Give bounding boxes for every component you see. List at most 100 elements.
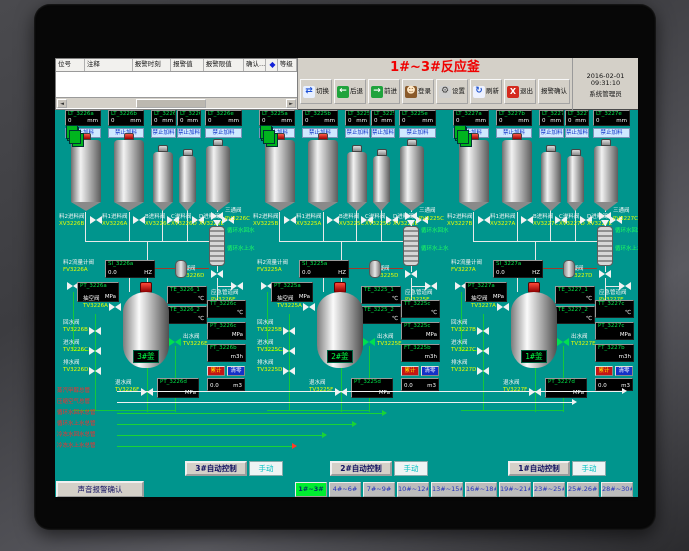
three-way-valve-icon[interactable] [599, 212, 611, 220]
alarm-column-1[interactable]: 注释 [85, 59, 133, 71]
condenser-valve-icon[interactable] [599, 270, 611, 278]
page-title: 1#~3#反应釜 [298, 58, 572, 78]
page-button-4[interactable]: 13#~15# [431, 482, 463, 497]
reactor-valve-icon[interactable] [89, 347, 101, 355]
condenser-valve-icon[interactable] [405, 270, 417, 278]
totalizer-accum-button[interactable]: 累计 [595, 366, 613, 376]
scrollbar-thumb[interactable] [136, 99, 206, 108]
toolbar-button-forward[interactable]: →前进 [368, 79, 400, 104]
reactor-valve-label: 回水阀 [257, 320, 274, 326]
tank-level-display-unit: mm [324, 118, 335, 124]
reactor-valve-icon[interactable] [477, 367, 489, 375]
page-button-7[interactable]: 23#~25# [533, 482, 565, 497]
reactor-valve-icon[interactable] [529, 388, 541, 396]
feed-valve-icon[interactable] [327, 216, 339, 224]
auto-control-button-3[interactable]: 3#自动控制 [185, 461, 247, 476]
metering-tank [541, 152, 561, 202]
reactor-valve-icon[interactable] [109, 303, 121, 311]
pipe [279, 241, 412, 242]
scroll-left-arrow[interactable]: ◄ [57, 99, 67, 108]
tank-level-display-value: 0 [111, 118, 115, 124]
reactor-valve-icon[interactable] [283, 327, 295, 335]
tank-level-display: LT_3226a0mm [65, 110, 101, 126]
toolbar-button-settings[interactable]: ⚙设置 [436, 79, 468, 104]
toolbar-button-exit[interactable]: X退出 [504, 79, 536, 104]
page-button-2[interactable]: 7#~9# [363, 482, 395, 497]
page-button-0[interactable]: 1#~3# [295, 482, 327, 497]
right-instrument-1-unit: MPa [426, 332, 437, 338]
reactor-valve-icon[interactable] [497, 303, 509, 311]
alarm-scrollbar[interactable]: ◄ ► [56, 97, 297, 108]
auto-control-button-1[interactable]: 1#自动控制 [508, 461, 570, 476]
reactor-valve-icon[interactable] [477, 327, 489, 335]
condenser-valve-icon[interactable] [211, 270, 223, 278]
tank-sight-glass [69, 130, 81, 144]
page-button-6[interactable]: 19#~21# [499, 482, 531, 497]
scroll-right-arrow[interactable]: ► [286, 99, 296, 108]
alarm-column-0[interactable]: 位号 [56, 59, 85, 71]
reactor-valve-icon[interactable] [283, 347, 295, 355]
reactor-valve-tag: TV3227C [451, 347, 476, 353]
cooling-water-return-label: 循环水回水 [615, 228, 638, 234]
three-way-valve-icon[interactable] [211, 212, 223, 220]
reactor-valve-icon[interactable] [89, 327, 101, 335]
tank-cone [114, 202, 144, 211]
alarm-column-6[interactable]: 等级 [278, 59, 297, 71]
page-button-5[interactable]: 16#~18# [465, 482, 497, 497]
page-button-3[interactable]: 10#~12# [397, 482, 429, 497]
totalizer-reset-button[interactable]: 清零 [421, 366, 439, 376]
toolbar-button-switch[interactable]: ⇄切换 [300, 79, 332, 104]
reactor-valve-icon[interactable] [141, 388, 153, 396]
auto-control-button-2[interactable]: 2#自动控制 [330, 461, 392, 476]
feed-valve-icon[interactable] [478, 216, 490, 224]
header-arrow [322, 432, 327, 438]
reactor-valve-icon[interactable] [169, 338, 181, 346]
page-button-9[interactable]: 28#~30# [601, 482, 633, 497]
cooling-water-return-label: 循环水回水 [227, 228, 255, 234]
feed-valve-icon[interactable] [133, 216, 145, 224]
metering-tank [459, 140, 489, 202]
reactor-valve-icon[interactable] [283, 367, 295, 375]
reactor-valve-icon[interactable] [303, 303, 315, 311]
process-group-1: LT_3227a0mm禁止加料料2进料阀XV3227BLT_3227b0mm禁止… [451, 110, 637, 462]
page-button-8[interactable]: 25#.26#.27# [567, 482, 599, 497]
reactor-valve-icon[interactable] [363, 338, 375, 346]
condenser [403, 226, 419, 266]
totalizer-unit: m3 [233, 383, 242, 389]
feed-valve-icon[interactable] [284, 216, 296, 224]
page-button-1[interactable]: 4#~6# [329, 482, 361, 497]
user-icon: ☻ [405, 86, 417, 98]
right-instrument-2: FT_3227bm3h [595, 344, 634, 362]
toolbar-button-login[interactable]: ☻登录 [402, 79, 434, 104]
totalizer-reset-button[interactable]: 清零 [227, 366, 245, 376]
feed-valve-icon[interactable] [521, 216, 533, 224]
sound-alarm-ack-button[interactable]: 声音报警确认 [56, 481, 144, 498]
toolbar-button-refresh[interactable]: ↻刷新 [470, 79, 502, 104]
reactor-valve-icon[interactable] [89, 367, 101, 375]
tank-level-display: LT_3225b0mm [302, 110, 338, 126]
totalizer-accum-button[interactable]: 累计 [207, 366, 225, 376]
metering-tank [71, 140, 101, 202]
reactor-valve-icon[interactable] [477, 347, 489, 355]
alarm-column-5[interactable]: 确认... [244, 59, 266, 71]
toolbar-button-back[interactable]: ←后退 [334, 79, 366, 104]
emergency-valve-icon[interactable] [619, 282, 631, 290]
alarm-column-2[interactable]: 报警时刻 [133, 59, 171, 71]
totalizer-accum-button[interactable]: 累计 [401, 366, 419, 376]
tank-feed-valve-label: 料1进料阀 [102, 214, 128, 220]
tank-level-display-unit: mm [130, 118, 141, 124]
reactor-valve-icon[interactable] [335, 388, 347, 396]
feed-valve-icon[interactable] [90, 216, 102, 224]
toolbar-button-alarm-ack[interactable]: 报警确认 [538, 79, 570, 104]
reactor-valve-icon[interactable] [557, 338, 569, 346]
right-instrument-2-unit: m3h [231, 354, 243, 360]
alarm-column-4[interactable]: 报警限值 [204, 59, 244, 71]
tank-level-display-unit: mm [87, 118, 98, 124]
three-way-valve-icon[interactable] [405, 212, 417, 220]
reactor-temp2-display: TE_3226_2℃ [167, 306, 207, 324]
tank-level-display-unit: mm [616, 118, 627, 124]
emergency-valve-icon[interactable] [231, 282, 243, 290]
emergency-valve-icon[interactable] [425, 282, 437, 290]
totalizer-reset-button[interactable]: 清零 [615, 366, 633, 376]
alarm-column-3[interactable]: 报警值 [171, 59, 204, 71]
